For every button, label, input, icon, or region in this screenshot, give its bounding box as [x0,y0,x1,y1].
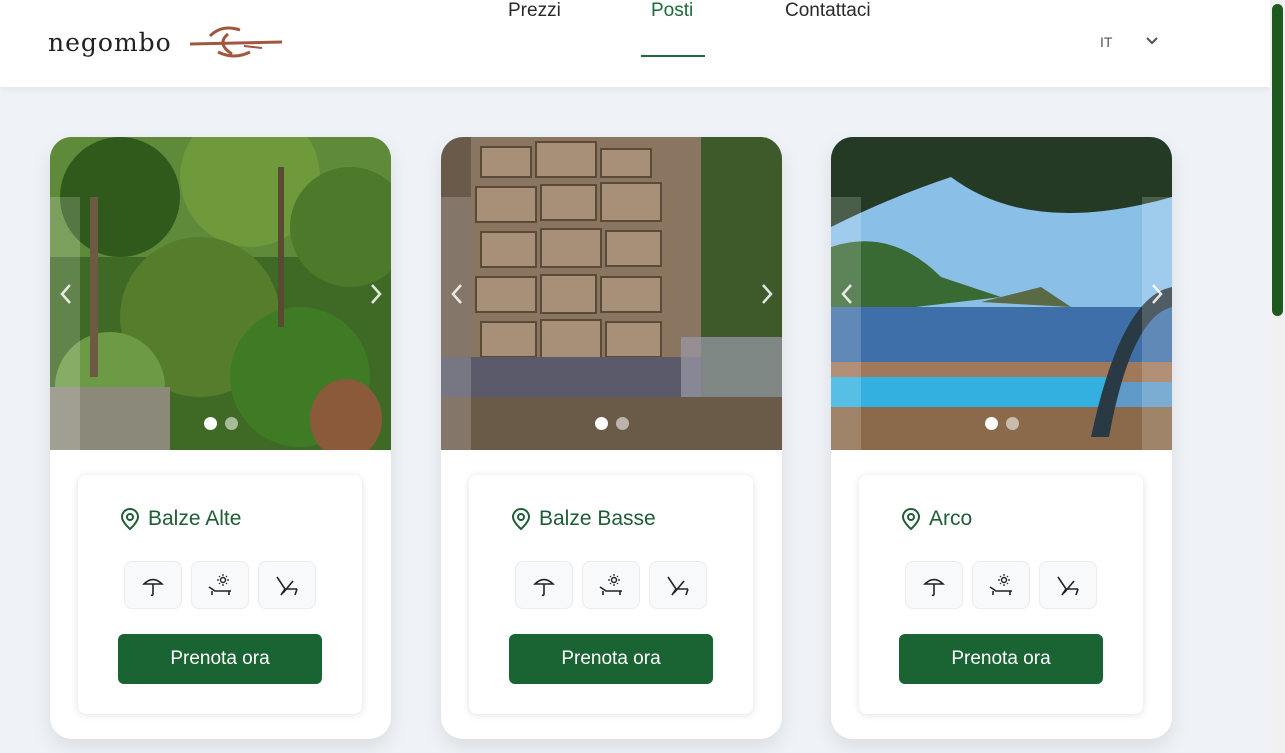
carousel-prev-zone [441,197,471,450]
book-now-button[interactable]: Prenota ora [509,634,713,684]
location-name: Balze Alte [148,507,242,530]
logo-wordmark: negombo [48,27,172,57]
card-photo-carousel [441,137,782,450]
sunbed-icon [989,574,1012,595]
book-now-button[interactable]: Prenota ora [899,634,1103,684]
book-now-button[interactable]: Prenota ora [118,634,322,684]
carousel-next-zone [1142,197,1172,450]
deckchair-icon [667,576,689,596]
carousel-dot-1[interactable] [203,417,217,430]
carousel-dots [831,417,1172,430]
amenity-umbrella[interactable] [515,561,573,609]
amenity-deckchair[interactable] [1039,561,1097,609]
card-details: Arco Prenota ora [859,475,1143,714]
chevron-right-icon[interactable] [757,281,777,307]
chevron-left-icon[interactable] [447,281,467,307]
amenity-deckchair[interactable] [258,561,316,609]
location-label: Balze Basse [511,507,656,531]
umbrella-icon [923,578,945,597]
amenity-umbrella[interactable] [905,561,963,609]
location-pin-icon [120,507,140,531]
card-photo-carousel [831,137,1172,450]
location-pin-icon [901,507,921,531]
location-name: Balze Basse [539,507,656,530]
site-header: negombo Prezzi Posti Contattaci IT [0,0,1270,87]
nav-prezzi[interactable]: Prezzi [508,0,561,22]
umbrella-icon [533,578,555,597]
amenity-deckchair[interactable] [649,561,707,609]
umbrella-icon [142,578,164,597]
deckchair-icon [276,576,298,596]
scrollbar-thumb[interactable] [1272,4,1283,316]
card-photo-carousel [50,137,391,450]
carousel-dots [441,417,782,430]
carousel-dot-2[interactable] [224,417,238,430]
amenity-sunbed[interactable] [582,561,640,609]
carousel-prev-zone [50,197,80,450]
sunbed-icon [599,574,622,595]
location-name: Arco [929,507,973,530]
nav-contattaci[interactable]: Contattaci [785,0,871,22]
nav-active-indicator [641,55,705,57]
chevron-left-icon[interactable] [56,281,76,307]
chevron-left-icon[interactable] [837,281,857,307]
chevron-right-icon[interactable] [1147,281,1167,307]
deckchair-icon [1057,576,1079,596]
card-details: Balze Basse Prenota ora [469,475,753,714]
carousel-dot-1[interactable] [984,417,998,430]
language-selector[interactable]: IT [1100,34,1112,50]
carousel-dot-2[interactable] [1005,417,1019,430]
location-card-arco: Arco Prenota ora [831,137,1172,739]
location-card-balze-alte: Balze Alte Prenota ora [50,137,391,739]
carousel-prev-zone [831,197,861,450]
chevron-down-icon[interactable] [1144,33,1160,49]
garden-photo [50,137,391,450]
amenity-umbrella[interactable] [124,561,182,609]
location-pin-icon [511,507,531,531]
logo[interactable]: negombo [48,22,284,62]
amenity-sunbed[interactable] [191,561,249,609]
sunbed-icon [208,574,231,595]
carousel-dots [50,417,391,430]
nav-posti[interactable]: Posti [651,0,693,22]
location-card-balze-basse: Balze Basse Prenota ora [441,137,782,739]
page-scrollbar[interactable] [1270,0,1285,753]
card-details: Balze Alte Prenota ora [78,475,362,714]
pool-seaview-photo [831,137,1172,450]
logo-mark-icon [189,26,282,58]
location-label: Arco [901,507,972,531]
chevron-right-icon[interactable] [366,281,386,307]
location-label: Balze Alte [120,507,241,531]
carousel-dot-2[interactable] [615,417,629,430]
amenity-sunbed[interactable] [972,561,1030,609]
stone-wall-photo [441,137,782,450]
carousel-dot-1[interactable] [594,417,608,430]
